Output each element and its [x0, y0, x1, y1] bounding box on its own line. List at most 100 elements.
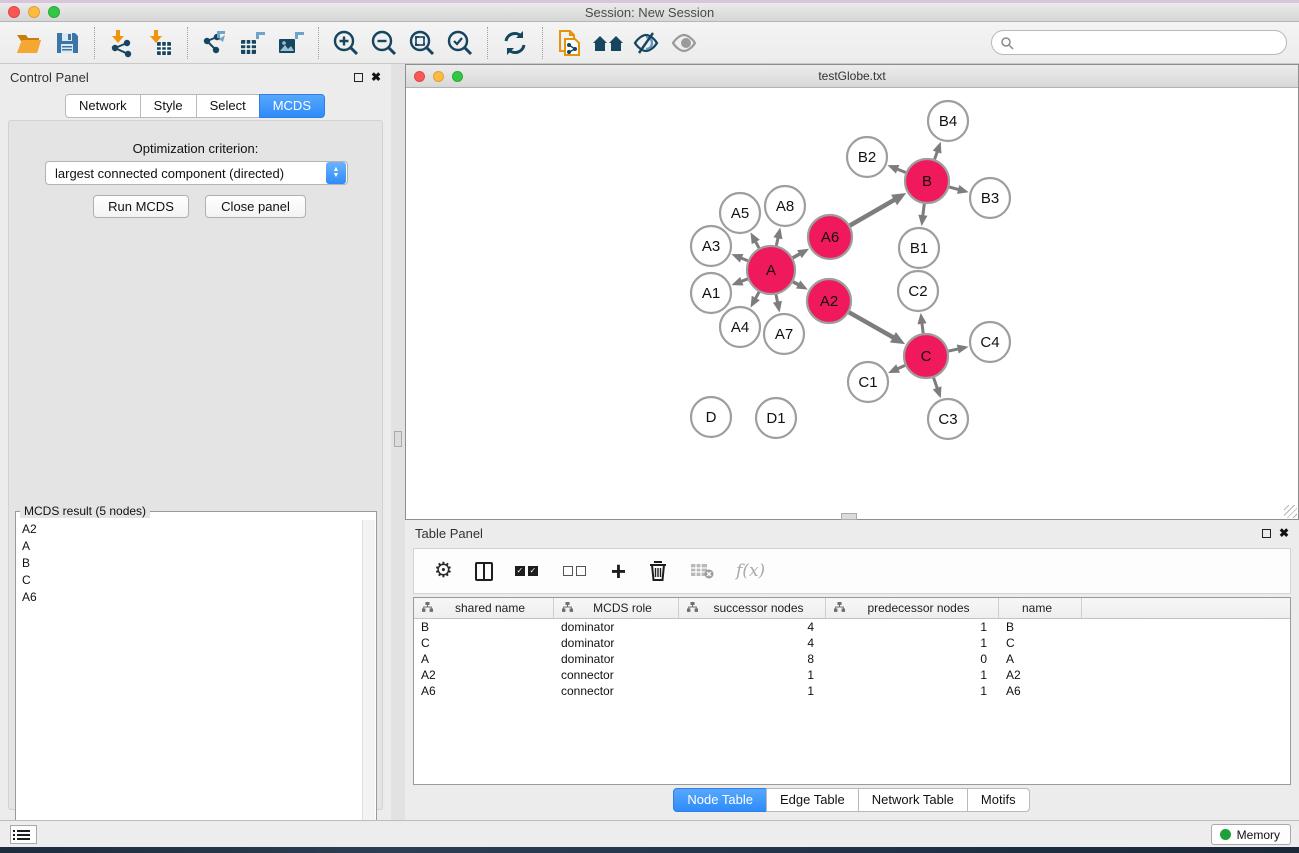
- save-session-icon[interactable]: [48, 25, 86, 61]
- delete-table-icon[interactable]: [690, 556, 714, 586]
- table-cell[interactable]: dominator: [554, 652, 679, 666]
- split-divider-handle[interactable]: [394, 431, 402, 447]
- table-cell[interactable]: 1: [679, 684, 826, 698]
- graph-node-C4[interactable]: C4: [970, 322, 1010, 362]
- graph-node-A8[interactable]: A8: [765, 186, 805, 226]
- graph-node-D[interactable]: D: [691, 397, 731, 437]
- graph-node-B[interactable]: B: [905, 159, 949, 203]
- graph-node-C3[interactable]: C3: [928, 399, 968, 439]
- graph-node-A[interactable]: A: [747, 246, 795, 294]
- close-panel-icon[interactable]: ✖: [1279, 528, 1289, 538]
- graph-edge-B-B2[interactable]: [887, 165, 905, 174]
- graph-edge-A-A4[interactable]: [751, 292, 760, 308]
- table-cell[interactable]: 1: [679, 668, 826, 682]
- tab-node-table[interactable]: Node Table: [673, 788, 767, 812]
- graph-edge-A-A3[interactable]: [731, 254, 747, 263]
- mcds-result-item[interactable]: A: [17, 537, 362, 554]
- graph-node-A1[interactable]: A1: [691, 273, 731, 313]
- tab-network-table[interactable]: Network Table: [858, 788, 968, 812]
- graph-edge-A-A2[interactable]: [793, 280, 808, 289]
- table-cell[interactable]: A6: [999, 684, 1082, 698]
- graph-edge-B-B4[interactable]: [933, 142, 942, 160]
- table-cell[interactable]: A2: [999, 668, 1082, 682]
- graph-edge-A-A6[interactable]: [793, 249, 809, 258]
- table-cell[interactable]: A: [999, 652, 1082, 666]
- graph-edge-A-A7[interactable]: [773, 294, 782, 312]
- graph-node-B1[interactable]: B1: [899, 228, 939, 268]
- close-panel-button[interactable]: Close panel: [205, 195, 306, 218]
- column-header-shared-name[interactable]: shared name: [414, 598, 554, 618]
- graph-node-C[interactable]: C: [904, 334, 948, 378]
- graph-node-A3[interactable]: A3: [691, 226, 731, 266]
- table-cell[interactable]: 1: [826, 620, 999, 634]
- tab-edge-table[interactable]: Edge Table: [766, 788, 859, 812]
- show-hide-icon[interactable]: [665, 25, 703, 61]
- table-cell[interactable]: C: [999, 636, 1082, 650]
- graph-node-A2[interactable]: A2: [807, 279, 851, 323]
- graph-node-A4[interactable]: A4: [720, 307, 760, 347]
- tab-network[interactable]: Network: [65, 94, 141, 118]
- zoom-out-icon[interactable]: [365, 25, 403, 61]
- toggle-graphics-details-icon[interactable]: [627, 25, 665, 61]
- table-cell[interactable]: 1: [826, 636, 999, 650]
- table-cell[interactable]: 1: [826, 668, 999, 682]
- table-cell[interactable]: dominator: [554, 620, 679, 634]
- graph-node-B2[interactable]: B2: [847, 137, 887, 177]
- deselect-all-icon[interactable]: [563, 556, 589, 586]
- function-builder-icon[interactable]: f(x): [736, 556, 765, 586]
- table-cell[interactable]: B: [999, 620, 1082, 634]
- panels-menu-button[interactable]: [10, 825, 37, 844]
- graph-edge-A-A1[interactable]: [732, 277, 748, 286]
- mcds-result-item[interactable]: C: [17, 571, 362, 588]
- zoom-in-icon[interactable]: [327, 25, 365, 61]
- column-header-predecessor-nodes[interactable]: predecessor nodes: [826, 598, 999, 618]
- table-cell[interactable]: A2: [414, 668, 554, 682]
- import-table-icon[interactable]: [141, 25, 179, 61]
- table-row[interactable]: A2connector11A2: [414, 667, 1290, 683]
- export-image-icon[interactable]: [272, 25, 310, 61]
- table-row[interactable]: A6connector11A6: [414, 683, 1290, 699]
- table-row[interactable]: Bdominator41B: [414, 619, 1290, 635]
- graph-node-B4[interactable]: B4: [928, 101, 968, 141]
- graph-edge-C-C1[interactable]: [888, 364, 905, 373]
- tab-mcds[interactable]: MCDS: [259, 94, 325, 118]
- delete-column-icon[interactable]: [648, 556, 668, 586]
- graph-edge-B-B1[interactable]: [918, 204, 927, 226]
- select-all-icon[interactable]: ✓✓: [515, 556, 541, 586]
- mcds-result-item[interactable]: A6: [17, 588, 362, 605]
- import-network-icon[interactable]: [103, 25, 141, 61]
- table-cell[interactable]: A6: [414, 684, 554, 698]
- settings-gear-icon[interactable]: ⚙: [434, 556, 453, 586]
- table-cell[interactable]: B: [414, 620, 554, 634]
- table-cell[interactable]: 1: [826, 684, 999, 698]
- table-cell[interactable]: A: [414, 652, 554, 666]
- graph-edge-C-C2[interactable]: [917, 313, 926, 333]
- zoom-fit-icon[interactable]: [403, 25, 441, 61]
- graph-node-C1[interactable]: C1: [848, 362, 888, 402]
- table-cell[interactable]: 8: [679, 652, 826, 666]
- split-divider-handle[interactable]: [841, 513, 857, 520]
- network-canvas[interactable]: B4B2BB3A5A8A6A3B1AC2A1A2A4A7C4CC1C3DD1: [406, 88, 1298, 519]
- table-cell[interactable]: 0: [826, 652, 999, 666]
- graph-edge-B-B3[interactable]: [949, 185, 969, 194]
- graph-edge-A2-C[interactable]: [849, 312, 905, 344]
- graph-node-D1[interactable]: D1: [756, 398, 796, 438]
- close-panel-icon[interactable]: ✖: [371, 72, 381, 82]
- graph-edge-A-A5[interactable]: [751, 232, 760, 248]
- show-columns-icon[interactable]: [475, 556, 493, 586]
- graph-node-A6[interactable]: A6: [808, 215, 852, 259]
- graph-edge-C-C4[interactable]: [948, 345, 968, 354]
- table-cell[interactable]: C: [414, 636, 554, 650]
- run-mcds-button[interactable]: Run MCDS: [93, 195, 189, 218]
- table-cell[interactable]: 4: [679, 620, 826, 634]
- search-box[interactable]: [991, 30, 1287, 55]
- resize-grip-icon[interactable]: [1284, 505, 1297, 518]
- export-network-icon[interactable]: [196, 25, 234, 61]
- float-window-icon[interactable]: [1262, 529, 1271, 538]
- graph-node-A7[interactable]: A7: [764, 314, 804, 354]
- mcds-result-list[interactable]: A2ABCA6: [17, 520, 362, 853]
- column-header-MCDS-role[interactable]: MCDS role: [554, 598, 679, 618]
- table-cell[interactable]: connector: [554, 684, 679, 698]
- table-cell[interactable]: dominator: [554, 636, 679, 650]
- tab-select[interactable]: Select: [196, 94, 260, 118]
